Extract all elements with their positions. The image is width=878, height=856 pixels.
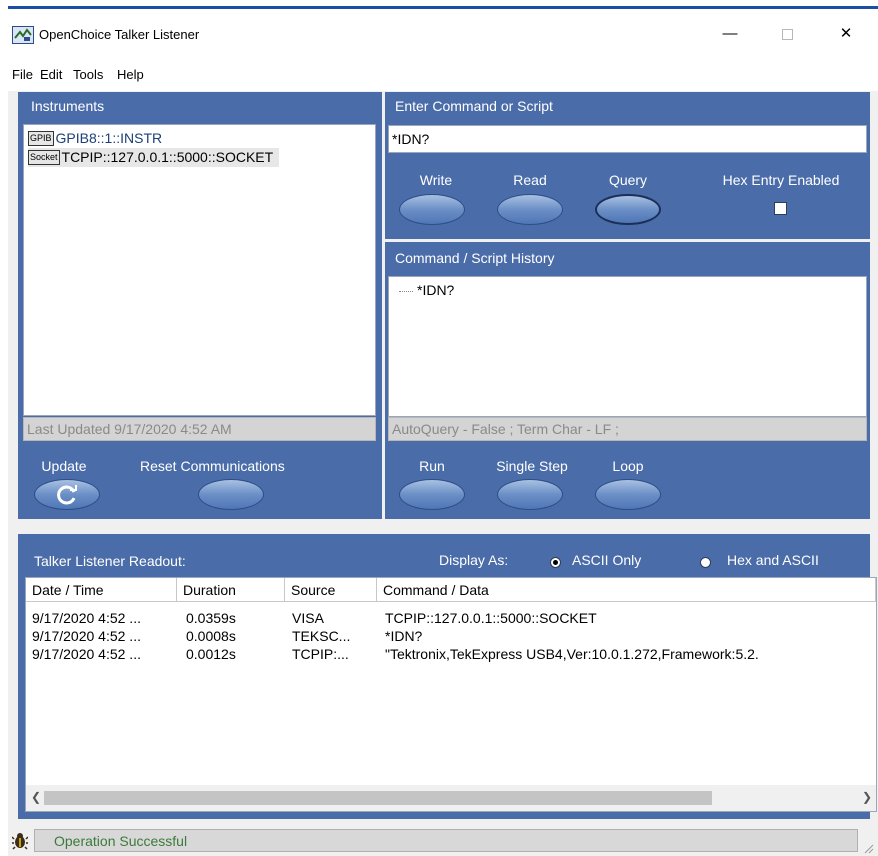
column-header-date-time[interactable]: Date / Time: [26, 578, 177, 602]
maximize-icon: [781, 28, 793, 40]
loop-label: Loop: [612, 458, 644, 474]
instruments-title: Instruments: [31, 98, 105, 114]
display-as-label: Display As:: [439, 552, 509, 568]
menu-help[interactable]: Help: [117, 67, 144, 82]
instrument-name: TCPIP::127.0.0.1::5000::SOCKET: [61, 149, 274, 165]
read-button[interactable]: [497, 194, 563, 225]
run-label: Run: [419, 458, 445, 474]
hex-entry-label: Hex Entry Enabled: [722, 172, 840, 188]
status-message: Operation Successful: [54, 833, 188, 849]
instrument-name: GPIB8::1::INSTR: [55, 130, 163, 146]
instruments-list[interactable]: GPIB GPIB8::1::INSTR Socket TCPIP::127.0.0…: [23, 124, 376, 416]
command-panel: Enter Command or Script Write Read Query…: [385, 92, 870, 239]
status-beetle-icon: [12, 833, 28, 850]
cell-date: 9/17/2020 4:52 ...: [32, 610, 141, 626]
column-header-source[interactable]: Source: [285, 578, 377, 602]
update-label: Update: [41, 458, 87, 474]
readout-title: Talker Listener Readout:: [34, 553, 186, 569]
cell-command: TCPIP::127.0.0.1::5000::SOCKET: [385, 610, 597, 626]
history-list[interactable]: *IDN?: [388, 276, 867, 417]
instruments-panel: Instruments GPIB GPIB8::1::INSTR Socket TC…: [18, 92, 382, 519]
column-header-duration[interactable]: Duration: [177, 578, 285, 602]
autoquery-status: AutoQuery - False ; Term Char - LF ;: [388, 417, 867, 441]
refresh-icon: [57, 485, 77, 505]
command-title: Enter Command or Script: [395, 98, 553, 114]
resize-grip-icon[interactable]: [862, 842, 874, 854]
cell-source: TCPIP:...: [292, 646, 349, 662]
history-panel: Command / Script History *IDN? AutoQuery…: [385, 242, 870, 519]
minimize-button[interactable]: —: [707, 19, 753, 49]
query-button[interactable]: [595, 194, 661, 225]
loop-button[interactable]: [595, 479, 661, 510]
title-bar: OpenChoice Talker Listener — ✕: [8, 9, 878, 59]
window-title: OpenChoice Talker Listener: [39, 27, 200, 42]
ascii-only-label: ASCII Only: [572, 552, 642, 568]
cell-duration: 0.0359s: [186, 610, 236, 626]
write-button[interactable]: [399, 194, 465, 225]
cell-command: "Tektronix,TekExpress USB4,Ver:10.0.1.27…: [385, 646, 759, 662]
scroll-left-icon[interactable]: ❮: [31, 790, 41, 804]
last-updated-status: Last Updated 9/17/2020 4:52 AM: [23, 417, 376, 441]
command-input[interactable]: [388, 125, 867, 153]
hex-entry-checkbox[interactable]: [774, 202, 787, 215]
single-step-label: Single Step: [496, 458, 568, 474]
tree-connector: [399, 290, 413, 292]
maximize-button[interactable]: [764, 19, 810, 49]
menu-file[interactable]: File: [12, 67, 33, 82]
history-item[interactable]: *IDN?: [399, 282, 454, 298]
cell-duration: 0.0008s: [186, 628, 236, 644]
instrument-item-gpib[interactable]: GPIB GPIB8::1::INSTR: [28, 129, 162, 148]
hex-ascii-label: Hex and ASCII: [727, 552, 819, 568]
reset-communications-label: Reset Communications: [140, 458, 285, 474]
query-label: Query: [608, 172, 648, 188]
write-label: Write: [419, 172, 453, 188]
read-label: Read: [513, 172, 547, 188]
app-icon: [12, 26, 34, 44]
history-title: Command / Script History: [395, 250, 555, 266]
hex-ascii-radio[interactable]: [700, 557, 711, 568]
status-bar: Operation Successful: [8, 824, 878, 856]
cell-command: *IDN?: [385, 628, 423, 644]
readout-table[interactable]: Date / Time Duration Source Command / Da…: [25, 577, 877, 812]
scroll-right-icon[interactable]: ❯: [862, 790, 872, 804]
gpib-tag: GPIB: [28, 131, 54, 146]
horizontal-scrollbar[interactable]: ❮ ❯: [26, 785, 876, 811]
cell-date: 9/17/2020 4:52 ...: [32, 646, 141, 662]
app-window: OpenChoice Talker Listener — ✕ File Edit…: [8, 6, 878, 856]
run-button[interactable]: [399, 479, 465, 510]
cell-date: 9/17/2020 4:52 ...: [32, 628, 141, 644]
update-button[interactable]: [34, 479, 100, 510]
reset-communications-button[interactable]: [198, 479, 264, 510]
ascii-only-radio[interactable]: [550, 557, 561, 568]
menu-edit[interactable]: Edit: [40, 67, 62, 82]
cell-source: VISA: [292, 610, 324, 626]
close-button[interactable]: ✕: [823, 19, 869, 49]
column-header-command-data[interactable]: Command / Data: [377, 578, 876, 602]
menu-tools[interactable]: Tools: [73, 67, 103, 82]
cell-source: TEKSC...: [292, 628, 351, 644]
single-step-button[interactable]: [497, 479, 563, 510]
menu-bar: File Edit Tools Help: [8, 59, 878, 91]
cell-duration: 0.0012s: [186, 646, 236, 662]
socket-tag: Socket: [28, 150, 60, 165]
scrollbar-thumb[interactable]: [44, 791, 712, 805]
instrument-item-socket[interactable]: Socket TCPIP::127.0.0.1::5000::SOCKET: [28, 148, 280, 167]
